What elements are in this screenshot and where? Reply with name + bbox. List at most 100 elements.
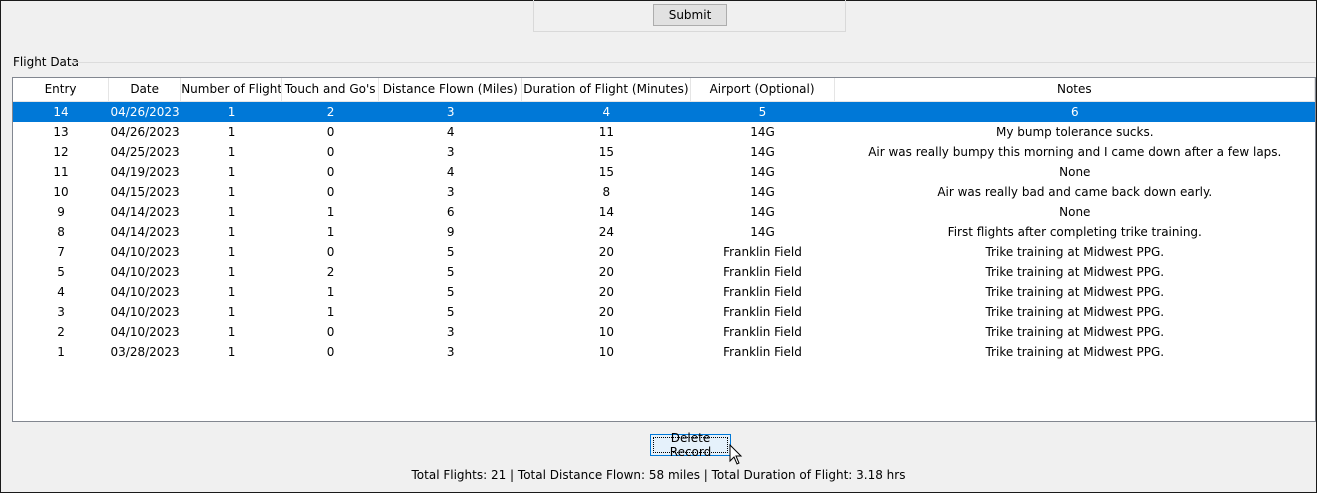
delete-record-label: Delete Record <box>669 431 712 459</box>
cell-date: 04/19/2023 <box>110 165 180 179</box>
delete-record-button[interactable]: Delete Record <box>650 431 731 459</box>
cell-distance: 5 <box>446 245 455 259</box>
cell-notes: Trike training at Midwest PPG. <box>985 285 1165 299</box>
cell-touch-and-gos: 0 <box>326 145 335 159</box>
cell-notes: Trike training at Midwest PPG. <box>985 265 1165 279</box>
cell-touch-and-gos: 2 <box>326 105 335 119</box>
cell-distance: 3 <box>446 105 455 119</box>
cell-notes: None <box>1059 165 1091 179</box>
cell-entry: 10 <box>53 185 69 199</box>
cell-entry: 2 <box>57 325 65 339</box>
cell-entry: 14 <box>53 105 69 119</box>
cell-distance: 6 <box>446 205 455 219</box>
cell-notes: Trike training at Midwest PPG. <box>985 305 1165 319</box>
cell-notes: First flights after completing trike tra… <box>947 225 1202 239</box>
cell-number-of-flights: 1 <box>227 145 236 159</box>
grid-header: Entry Date Number of Flights Touch and Go's… <box>13 78 1315 102</box>
cell-touch-and-gos: 0 <box>326 245 335 259</box>
cell-touch-and-gos: 0 <box>326 125 335 139</box>
flight-data-grid[interactable]: Entry Date Number of Flights Touch and Go's… <box>12 77 1316 422</box>
cell-notes: Air was really bumpy this morning and I … <box>868 145 1282 159</box>
cell-date: 03/28/2023 <box>110 345 180 359</box>
cell-entry: 5 <box>57 265 65 279</box>
cell-number-of-flights: 1 <box>227 285 236 299</box>
table-row[interactable]: 5 04/10/2023 1 2 5 20 Franklin Field Trike trai… <box>13 262 1315 282</box>
table-row[interactable]: 9 04/14/2023 1 1 6 14 14G None <box>13 202 1315 222</box>
cell-distance: 4 <box>446 165 455 179</box>
cell-airport: Franklin Field <box>723 265 802 279</box>
table-row[interactable]: 12 04/25/2023 1 0 3 15 14G Air was really bumpy… <box>13 142 1315 162</box>
cell-date: 04/10/2023 <box>110 245 180 259</box>
cell-airport: 5 <box>758 105 767 119</box>
cell-notes: My bump tolerance sucks. <box>996 125 1154 139</box>
cell-airport: Franklin Field <box>723 325 802 339</box>
table-row[interactable]: 11 04/19/2023 1 0 4 15 14G None <box>13 162 1315 182</box>
column-header-touch-and-gos[interactable]: Touch and Go's <box>282 78 380 101</box>
cell-entry: 11 <box>53 165 69 179</box>
cell-airport: Franklin Field <box>723 305 802 319</box>
cell-touch-and-gos: 1 <box>326 205 335 219</box>
table-row[interactable]: 2 04/10/2023 1 0 3 10 Franklin Field Trike trai… <box>13 322 1315 342</box>
cell-date: 04/14/2023 <box>110 225 180 239</box>
column-header-distance[interactable]: Distance Flown (Miles) <box>379 78 523 101</box>
cell-entry: 8 <box>57 225 65 239</box>
cell-duration: 10 <box>598 325 614 339</box>
cell-number-of-flights: 1 <box>227 265 236 279</box>
table-row[interactable]: 3 04/10/2023 1 1 5 20 Franklin Field Trike trai… <box>13 302 1315 322</box>
cell-touch-and-gos: 0 <box>326 185 335 199</box>
cell-distance: 5 <box>446 305 455 319</box>
submit-button[interactable]: Submit <box>653 4 727 26</box>
column-header-duration[interactable]: Duration of Flight (Minutes) <box>522 78 691 101</box>
cell-airport: 14G <box>750 205 775 219</box>
table-row-selected[interactable]: 14 04/26/2023 1 2 3 4 5 6 <box>13 102 1315 122</box>
cell-touch-and-gos: 1 <box>326 225 335 239</box>
cell-airport: 14G <box>750 125 775 139</box>
table-row[interactable]: 8 04/14/2023 1 1 9 24 14G First flights after c… <box>13 222 1315 242</box>
cell-airport: 14G <box>750 225 775 239</box>
cell-duration: 20 <box>598 305 614 319</box>
cell-touch-and-gos: 0 <box>326 165 335 179</box>
cell-duration: 11 <box>598 125 614 139</box>
cell-airport: 14G <box>750 145 775 159</box>
column-header-date[interactable]: Date <box>109 78 182 101</box>
cell-duration: 15 <box>598 165 614 179</box>
cell-date: 04/10/2023 <box>110 285 180 299</box>
table-row[interactable]: 1 03/28/2023 1 0 3 10 Franklin Field Trike trai… <box>13 342 1315 362</box>
cell-number-of-flights: 1 <box>227 245 236 259</box>
totals-summary: Total Flights: 21 | Total Distance Flown… <box>411 468 906 482</box>
cell-date: 04/15/2023 <box>110 185 180 199</box>
cell-notes: Trike training at Midwest PPG. <box>985 325 1165 339</box>
cell-touch-and-gos: 0 <box>326 325 335 339</box>
cell-entry: 13 <box>53 125 69 139</box>
cell-date: 04/26/2023 <box>110 105 180 119</box>
cell-date: 04/10/2023 <box>110 265 180 279</box>
cell-entry: 12 <box>53 145 69 159</box>
cell-entry: 7 <box>57 245 65 259</box>
cell-airport: 14G <box>750 185 775 199</box>
cell-duration: 14 <box>598 205 614 219</box>
table-row[interactable]: 10 04/15/2023 1 0 3 8 14G Air was really bad an… <box>13 182 1315 202</box>
cell-notes: Trike training at Midwest PPG. <box>985 345 1165 359</box>
cell-touch-and-gos: 1 <box>326 305 335 319</box>
cell-distance: 5 <box>446 285 455 299</box>
cell-duration: 20 <box>598 245 614 259</box>
cell-airport: Franklin Field <box>723 345 802 359</box>
cell-duration: 10 <box>598 345 614 359</box>
column-header-notes[interactable]: Notes <box>835 78 1315 101</box>
cell-entry: 3 <box>57 305 65 319</box>
cell-touch-and-gos: 0 <box>326 345 335 359</box>
cell-distance: 3 <box>446 345 455 359</box>
cell-number-of-flights: 1 <box>227 125 236 139</box>
cell-entry: 9 <box>57 205 65 219</box>
column-header-entry[interactable]: Entry <box>13 78 110 101</box>
cell-distance: 9 <box>446 225 455 239</box>
cell-distance: 4 <box>446 125 455 139</box>
table-row[interactable]: 13 04/26/2023 1 0 4 11 14G My bump tolerance su… <box>13 122 1315 142</box>
cell-duration: 4 <box>602 105 611 119</box>
column-header-airport[interactable]: Airport (Optional) <box>691 78 835 101</box>
column-header-number-of-flights[interactable]: Number of Flights <box>181 78 283 101</box>
table-row[interactable]: 7 04/10/2023 1 0 5 20 Franklin Field Trike trai… <box>13 242 1315 262</box>
cell-airport: 14G <box>750 165 775 179</box>
cell-number-of-flights: 1 <box>227 105 236 119</box>
table-row[interactable]: 4 04/10/2023 1 1 5 20 Franklin Field Trike trai… <box>13 282 1315 302</box>
